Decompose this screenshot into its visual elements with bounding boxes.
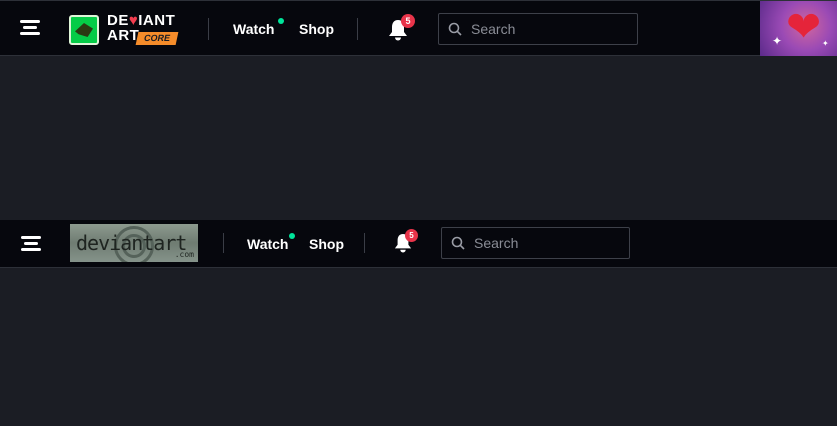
header-classic: deviantart .com Watch Shop 5 <box>0 220 837 268</box>
divider <box>357 18 358 40</box>
divider <box>208 18 209 40</box>
search-input[interactable] <box>474 228 624 258</box>
watch-indicator-dot <box>278 18 284 24</box>
avatar[interactable]: ❤ ✦ ✦ <box>760 1 837 56</box>
nav-shop-link[interactable]: Shop <box>309 236 344 252</box>
logo-dotcom: .com <box>174 250 194 259</box>
menu-icon[interactable] <box>21 236 41 252</box>
core-badge: CORE <box>135 32 179 45</box>
deviantart-classic-logo[interactable]: deviantart .com <box>70 224 198 262</box>
heart-icon: ❤ <box>786 3 822 50</box>
sparkle-icon: ✦ <box>772 34 783 48</box>
header-core: DE♥IANT ART CORE Watch Shop 5 ❤ ✦ ✦ <box>0 0 837 56</box>
notifications-count-badge: 5 <box>405 229 418 242</box>
watch-indicator-dot <box>289 233 295 239</box>
logo-word-art: ART <box>107 27 140 44</box>
logo-text: deviantart <box>76 231 187 255</box>
nav-watch-link[interactable]: Watch <box>233 21 274 37</box>
search-box[interactable] <box>441 227 630 259</box>
deviantart-logo-mark-icon <box>69 15 99 45</box>
nav-shop-link[interactable]: Shop <box>299 21 334 37</box>
search-icon <box>451 236 465 250</box>
deviantart-core-logo[interactable]: DE♥IANT ART CORE <box>69 13 181 47</box>
search-box[interactable] <box>438 13 638 45</box>
divider <box>364 233 365 253</box>
nav-watch-link[interactable]: Watch <box>247 236 288 252</box>
notifications-count-badge: 5 <box>401 14 415 28</box>
search-icon <box>448 22 462 36</box>
divider <box>223 233 224 253</box>
menu-icon[interactable] <box>20 20 40 36</box>
sparkle-icon: ✦ <box>822 39 829 48</box>
page: DE♥IANT ART CORE Watch Shop 5 ❤ ✦ ✦ <box>0 0 837 426</box>
search-input[interactable] <box>471 14 621 44</box>
